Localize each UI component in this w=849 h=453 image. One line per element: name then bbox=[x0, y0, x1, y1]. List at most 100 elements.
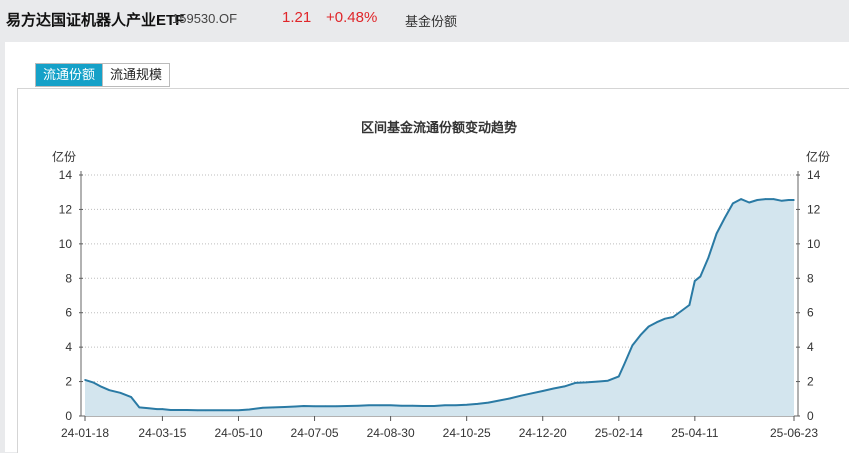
data-point bbox=[313, 405, 316, 408]
y-tick-label-left: 12 bbox=[59, 202, 73, 216]
data-point bbox=[161, 408, 164, 410]
data-point bbox=[186, 409, 188, 411]
data-point bbox=[302, 405, 305, 407]
data-point bbox=[213, 409, 215, 412]
data-point bbox=[647, 325, 650, 328]
data-point bbox=[84, 379, 86, 381]
data-point bbox=[130, 396, 132, 398]
y-tick-label-right: 2 bbox=[807, 375, 814, 389]
x-tick-label: 24-08-30 bbox=[367, 426, 415, 440]
y-tick-label-left: 2 bbox=[65, 375, 72, 389]
data-point bbox=[787, 199, 790, 201]
x-tick-label: 24-05-10 bbox=[214, 426, 262, 440]
data-point bbox=[694, 280, 696, 282]
data-point bbox=[672, 316, 674, 318]
data-point bbox=[100, 385, 103, 388]
data-point bbox=[378, 404, 381, 407]
data-point bbox=[283, 406, 286, 408]
data-point bbox=[688, 304, 691, 306]
y-tick-label-left: 0 bbox=[65, 409, 72, 423]
y-tick-label-right: 6 bbox=[807, 306, 814, 320]
data-point bbox=[723, 217, 726, 219]
chart-title: 区间基金流通份额变动趋势 bbox=[361, 120, 517, 135]
data-point bbox=[563, 385, 566, 388]
tab-circulating-shares[interactable]: 流通份额 bbox=[36, 64, 103, 86]
data-point bbox=[756, 199, 759, 201]
data-point bbox=[455, 404, 457, 407]
data-point bbox=[699, 275, 702, 278]
y-tick-label-left: 8 bbox=[65, 271, 72, 285]
y-tick-label-left: 4 bbox=[65, 340, 72, 354]
y-tick-label-right: 8 bbox=[807, 271, 814, 285]
data-point bbox=[781, 200, 783, 202]
data-point bbox=[92, 381, 94, 384]
x-tick-label: 25-04-11 bbox=[671, 426, 718, 440]
area-chart: 区间基金流通份额变动趋势 亿份 亿份 0 0 2 2 4 4 6 6 8 8 10 10 12 12 14 1… bbox=[52, 120, 830, 440]
fund-name: 易方达国证机器人产业ETF bbox=[6, 12, 185, 29]
data-point bbox=[138, 406, 141, 409]
data-point bbox=[119, 392, 122, 394]
y-tick-label-left: 14 bbox=[59, 168, 73, 182]
y-tick-label-right: 14 bbox=[807, 168, 821, 182]
y-tick-label-right: 10 bbox=[807, 237, 821, 251]
data-point bbox=[509, 397, 511, 400]
y-tick-label-left: 10 bbox=[59, 237, 73, 251]
y-axis-unit-left: 亿份 bbox=[52, 149, 76, 164]
y-tick-label-right: 0 bbox=[807, 409, 814, 423]
data-point bbox=[639, 334, 642, 336]
data-point bbox=[248, 408, 251, 411]
data-point bbox=[148, 407, 150, 410]
data-point bbox=[596, 380, 598, 383]
data-point bbox=[324, 405, 327, 408]
fund-price: 1.21 bbox=[282, 9, 312, 26]
y-tick-label-right: 4 bbox=[807, 340, 814, 354]
data-point bbox=[531, 392, 533, 395]
data-point bbox=[357, 404, 359, 407]
data-point bbox=[476, 403, 479, 405]
data-point bbox=[411, 404, 414, 407]
header-bar: 易方达国证机器人产业ETF 159530.OF 1.21 +0.48% 基金份额 bbox=[0, 0, 849, 36]
data-point bbox=[498, 399, 501, 402]
tab-circulating-scale[interactable]: 流通规模 bbox=[102, 64, 170, 86]
data-point bbox=[541, 390, 544, 392]
data-point bbox=[422, 405, 425, 407]
data-point bbox=[433, 405, 435, 407]
data-point bbox=[108, 389, 111, 392]
data-point bbox=[205, 409, 207, 412]
y-tick-label-left: 6 bbox=[65, 306, 72, 320]
data-point bbox=[232, 409, 234, 412]
y-axis-unit-right: 亿份 bbox=[806, 149, 830, 164]
data-point bbox=[715, 232, 718, 235]
fund-change-percent: +0.48% bbox=[326, 9, 378, 26]
data-point bbox=[335, 405, 338, 408]
data-point bbox=[389, 404, 392, 407]
x-tick-label: 24-10-25 bbox=[443, 426, 491, 440]
data-point bbox=[656, 321, 658, 323]
data-point bbox=[156, 408, 158, 410]
data-point bbox=[680, 310, 683, 312]
data-point bbox=[574, 382, 577, 384]
data-point bbox=[623, 363, 625, 366]
x-tick-label: 24-01-18 bbox=[61, 426, 109, 440]
x-tick-label: 25-02-14 bbox=[595, 426, 643, 440]
series-layer bbox=[84, 198, 795, 416]
data-point bbox=[585, 381, 587, 384]
data-point bbox=[607, 379, 609, 382]
data-point bbox=[520, 394, 522, 397]
data-point bbox=[552, 387, 555, 390]
data-point bbox=[177, 409, 180, 411]
data-point bbox=[221, 409, 223, 412]
tab-group: 流通份额 流通规模 bbox=[35, 63, 171, 87]
data-point bbox=[732, 202, 734, 205]
fund-code: 159530.OF bbox=[172, 11, 238, 26]
data-point bbox=[618, 375, 620, 378]
data-point bbox=[294, 405, 297, 408]
data-point bbox=[169, 409, 172, 411]
data-point bbox=[793, 199, 795, 201]
y-tick-label-right: 12 bbox=[807, 202, 821, 216]
data-point bbox=[444, 404, 446, 407]
data-point bbox=[465, 404, 468, 406]
data-point bbox=[740, 198, 742, 200]
series-area bbox=[85, 199, 794, 416]
data-point bbox=[262, 406, 264, 409]
